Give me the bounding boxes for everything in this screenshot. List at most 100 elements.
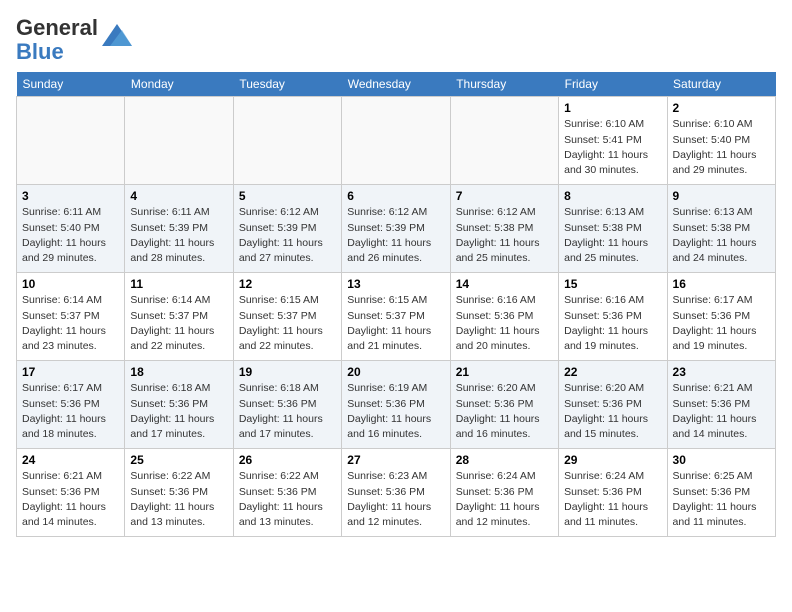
day-info: Sunrise: 6:22 AMSunset: 5:36 PMDaylight:… (130, 469, 227, 530)
weekday-header-sunday: Sunday (17, 72, 125, 97)
day-number: 12 (239, 277, 336, 291)
week-row-2: 10 Sunrise: 6:14 AMSunset: 5:37 PMDayligh… (17, 273, 776, 361)
day-info: Sunrise: 6:13 AMSunset: 5:38 PMDaylight:… (564, 205, 661, 266)
day-number: 9 (673, 189, 770, 203)
day-number: 22 (564, 365, 661, 379)
weekday-header-monday: Monday (125, 72, 233, 97)
day-info: Sunrise: 6:10 AMSunset: 5:41 PMDaylight:… (564, 117, 661, 178)
calendar-cell: 5 Sunrise: 6:12 AMSunset: 5:39 PMDaylight… (233, 185, 341, 273)
day-info: Sunrise: 6:18 AMSunset: 5:36 PMDaylight:… (239, 381, 336, 442)
day-info: Sunrise: 6:23 AMSunset: 5:36 PMDaylight:… (347, 469, 444, 530)
calendar-cell: 9 Sunrise: 6:13 AMSunset: 5:38 PMDaylight… (667, 185, 775, 273)
calendar-cell: 21Sunrise: 6:20 AMSunset: 5:36 PMDayligh… (450, 361, 558, 449)
day-number: 23 (673, 365, 770, 379)
calendar-cell: 7 Sunrise: 6:12 AMSunset: 5:38 PMDaylight… (450, 185, 558, 273)
day-info: Sunrise: 6:20 AMSunset: 5:36 PMDaylight:… (564, 381, 661, 442)
calendar-cell: 8Sunrise: 6:13 AMSunset: 5:38 PMDaylight… (559, 185, 667, 273)
day-info: Sunrise: 6:15 AMSunset: 5:37 PMDaylight:… (239, 293, 336, 354)
calendar-cell: 2Sunrise: 6:10 AMSunset: 5:40 PMDaylight… (667, 97, 775, 185)
day-info: Sunrise: 6:24 AMSunset: 5:36 PMDaylight:… (456, 469, 553, 530)
logo-blue: Blue (16, 39, 64, 64)
calendar-cell: 22 Sunrise: 6:20 AMSunset: 5:36 PMDayligh… (559, 361, 667, 449)
day-info: Sunrise: 6:16 AMSunset: 5:36 PMDaylight:… (456, 293, 553, 354)
day-number: 28 (456, 453, 553, 467)
logo-general: General (16, 15, 98, 40)
calendar-cell: 3 Sunrise: 6:11 AMSunset: 5:40 PMDaylight… (17, 185, 125, 273)
day-number: 27 (347, 453, 444, 467)
calendar-cell: 15 Sunrise: 6:16 AMSunset: 5:36 PMDayligh… (559, 273, 667, 361)
weekday-header-wednesday: Wednesday (342, 72, 450, 97)
day-number: 5 (239, 189, 336, 203)
day-info: Sunrise: 6:11 AMSunset: 5:39 PMDaylight:… (130, 205, 227, 266)
day-info: Sunrise: 6:10 AMSunset: 5:40 PMDaylight:… (673, 117, 770, 178)
day-number: 26 (239, 453, 336, 467)
calendar-cell: 11 Sunrise: 6:14 AMSunset: 5:37 PMDayligh… (125, 273, 233, 361)
weekday-header-saturday: Saturday (667, 72, 775, 97)
logo: General Blue (16, 16, 132, 64)
calendar-cell: 6Sunrise: 6:12 AMSunset: 5:39 PMDaylight… (342, 185, 450, 273)
calendar-cell: 23 Sunrise: 6:21 AMSunset: 5:36 PMDayligh… (667, 361, 775, 449)
calendar-cell: 26 Sunrise: 6:22 AMSunset: 5:36 PMDayligh… (233, 449, 341, 537)
calendar-cell: 12 Sunrise: 6:15 AMSunset: 5:37 PMDayligh… (233, 273, 341, 361)
weekday-header-friday: Friday (559, 72, 667, 97)
week-row-1: 3 Sunrise: 6:11 AMSunset: 5:40 PMDaylight… (17, 185, 776, 273)
logo-icon (102, 24, 132, 46)
calendar-cell: 27 Sunrise: 6:23 AMSunset: 5:36 PMDayligh… (342, 449, 450, 537)
day-info: Sunrise: 6:14 AMSunset: 5:37 PMDaylight:… (130, 293, 227, 354)
day-info: Sunrise: 6:16 AMSunset: 5:36 PMDaylight:… (564, 293, 661, 354)
calendar-cell: 19 Sunrise: 6:18 AMSunset: 5:36 PMDayligh… (233, 361, 341, 449)
day-info: Sunrise: 6:17 AMSunset: 5:36 PMDaylight:… (22, 381, 119, 442)
day-number: 1 (564, 101, 661, 115)
calendar-cell: 29 Sunrise: 6:24 AMSunset: 5:36 PMDayligh… (559, 449, 667, 537)
day-number: 4 (130, 189, 227, 203)
calendar-cell (17, 97, 125, 185)
day-number: 24 (22, 453, 119, 467)
day-number: 10 (22, 277, 119, 291)
day-number: 25 (130, 453, 227, 467)
day-number: 15 (564, 277, 661, 291)
calendar-cell: 16Sunrise: 6:17 AMSunset: 5:36 PMDayligh… (667, 273, 775, 361)
day-info: Sunrise: 6:12 AMSunset: 5:39 PMDaylight:… (239, 205, 336, 266)
calendar-table: SundayMondayTuesdayWednesdayThursdayFrid… (16, 72, 776, 537)
day-info: Sunrise: 6:22 AMSunset: 5:36 PMDaylight:… (239, 469, 336, 530)
day-info: Sunrise: 6:24 AMSunset: 5:36 PMDaylight:… (564, 469, 661, 530)
day-info: Sunrise: 6:21 AMSunset: 5:36 PMDaylight:… (22, 469, 119, 530)
calendar-cell: 13Sunrise: 6:15 AMSunset: 5:37 PMDayligh… (342, 273, 450, 361)
day-info: Sunrise: 6:21 AMSunset: 5:36 PMDaylight:… (673, 381, 770, 442)
calendar-cell (342, 97, 450, 185)
day-info: Sunrise: 6:18 AMSunset: 5:36 PMDaylight:… (130, 381, 227, 442)
day-number: 7 (456, 189, 553, 203)
week-row-0: 1 Sunrise: 6:10 AMSunset: 5:41 PMDaylight… (17, 97, 776, 185)
day-info: Sunrise: 6:12 AMSunset: 5:39 PMDaylight:… (347, 205, 444, 266)
day-info: Sunrise: 6:11 AMSunset: 5:40 PMDaylight:… (22, 205, 119, 266)
calendar-cell: 30 Sunrise: 6:25 AMSunset: 5:36 PMDayligh… (667, 449, 775, 537)
day-number: 3 (22, 189, 119, 203)
day-number: 17 (22, 365, 119, 379)
day-number: 16 (673, 277, 770, 291)
weekday-header-thursday: Thursday (450, 72, 558, 97)
calendar-cell: 14Sunrise: 6:16 AMSunset: 5:36 PMDayligh… (450, 273, 558, 361)
calendar-cell: 25 Sunrise: 6:22 AMSunset: 5:36 PMDayligh… (125, 449, 233, 537)
weekday-header-row: SundayMondayTuesdayWednesdayThursdayFrid… (17, 72, 776, 97)
day-number: 21 (456, 365, 553, 379)
day-info: Sunrise: 6:15 AMSunset: 5:37 PMDaylight:… (347, 293, 444, 354)
week-row-3: 17 Sunrise: 6:17 AMSunset: 5:36 PMDayligh… (17, 361, 776, 449)
day-info: Sunrise: 6:13 AMSunset: 5:38 PMDaylight:… (673, 205, 770, 266)
day-number: 20 (347, 365, 444, 379)
day-number: 11 (130, 277, 227, 291)
day-info: Sunrise: 6:25 AMSunset: 5:36 PMDaylight:… (673, 469, 770, 530)
day-info: Sunrise: 6:14 AMSunset: 5:37 PMDaylight:… (22, 293, 119, 354)
calendar-cell: 10 Sunrise: 6:14 AMSunset: 5:37 PMDayligh… (17, 273, 125, 361)
calendar-cell: 1 Sunrise: 6:10 AMSunset: 5:41 PMDaylight… (559, 97, 667, 185)
calendar-cell: 18Sunrise: 6:18 AMSunset: 5:36 PMDayligh… (125, 361, 233, 449)
day-info: Sunrise: 6:19 AMSunset: 5:36 PMDaylight:… (347, 381, 444, 442)
day-number: 29 (564, 453, 661, 467)
calendar-cell: 17 Sunrise: 6:17 AMSunset: 5:36 PMDayligh… (17, 361, 125, 449)
page-header: General Blue (16, 16, 776, 64)
calendar-cell: 24 Sunrise: 6:21 AMSunset: 5:36 PMDayligh… (17, 449, 125, 537)
calendar-cell: 20 Sunrise: 6:19 AMSunset: 5:36 PMDayligh… (342, 361, 450, 449)
day-number: 19 (239, 365, 336, 379)
day-number: 30 (673, 453, 770, 467)
day-info: Sunrise: 6:12 AMSunset: 5:38 PMDaylight:… (456, 205, 553, 266)
weekday-header-tuesday: Tuesday (233, 72, 341, 97)
